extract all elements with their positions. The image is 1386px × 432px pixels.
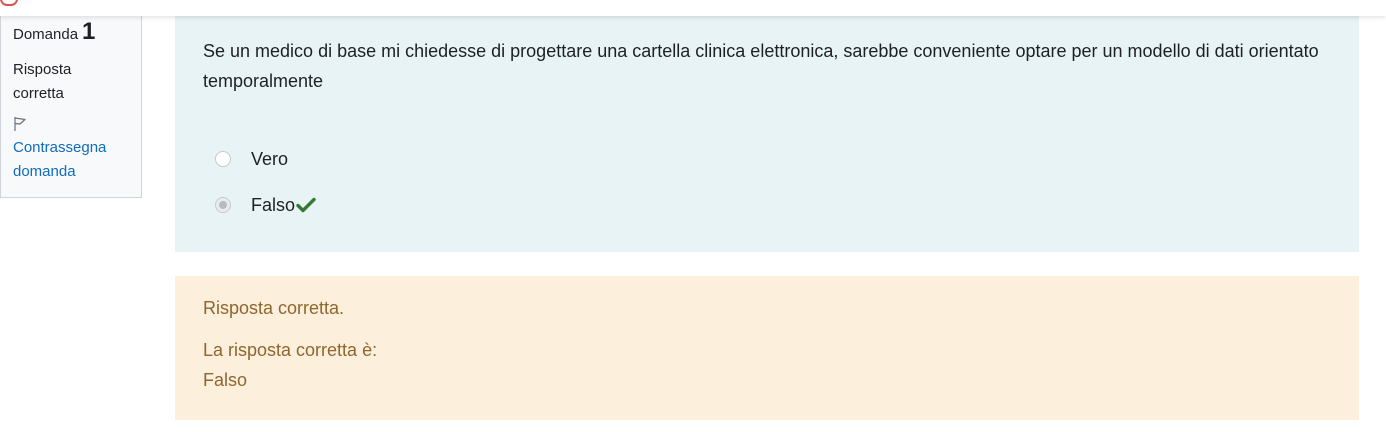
top-navbar [0,0,1386,16]
question-state-line1: Risposta [13,61,72,78]
quiz-review-page: Domanda 1 Risposta corretta Contrassegna… [0,0,1386,432]
flag-link-line1[interactable]: Contrassegna [13,136,131,160]
answer-options: Vero Falso [203,136,1331,228]
right-answer-value: Falso [203,370,248,390]
question-number: Domanda 1 [13,20,131,44]
right-answer-title: La risposta corretta è: [203,340,378,360]
question-state: Risposta corretta [13,58,131,106]
flag-question-link[interactable]: Contrassegna domanda [13,136,131,184]
question-text: Se un medico di base mi chiedesse di pro… [203,41,1319,91]
check-icon [296,197,316,213]
question-formulation: Se un medico di base mi chiedesse di pro… [175,16,1359,252]
logo-icon [0,0,18,6]
radio-falso[interactable] [215,197,231,213]
answer-label-vero: Vero [251,148,289,169]
answer-label-falso: Falso [251,194,296,215]
answer-option-falso[interactable]: Falso [203,182,1331,228]
flag-icon[interactable] [13,116,27,132]
radio-vero[interactable] [215,151,231,167]
question-number-value: 1 [82,18,96,45]
question-state-line2: corretta [13,85,64,102]
question-label: Domanda [13,26,79,43]
answer-option-vero[interactable]: Vero [203,136,1331,182]
general-feedback: Risposta corretta. [203,298,345,318]
question-feedback: Risposta corretta. La risposta corretta … [175,276,1359,420]
flag-link-line2[interactable]: domanda [13,160,131,184]
question-info-box: Domanda 1 Risposta corretta Contrassegna… [0,16,142,198]
